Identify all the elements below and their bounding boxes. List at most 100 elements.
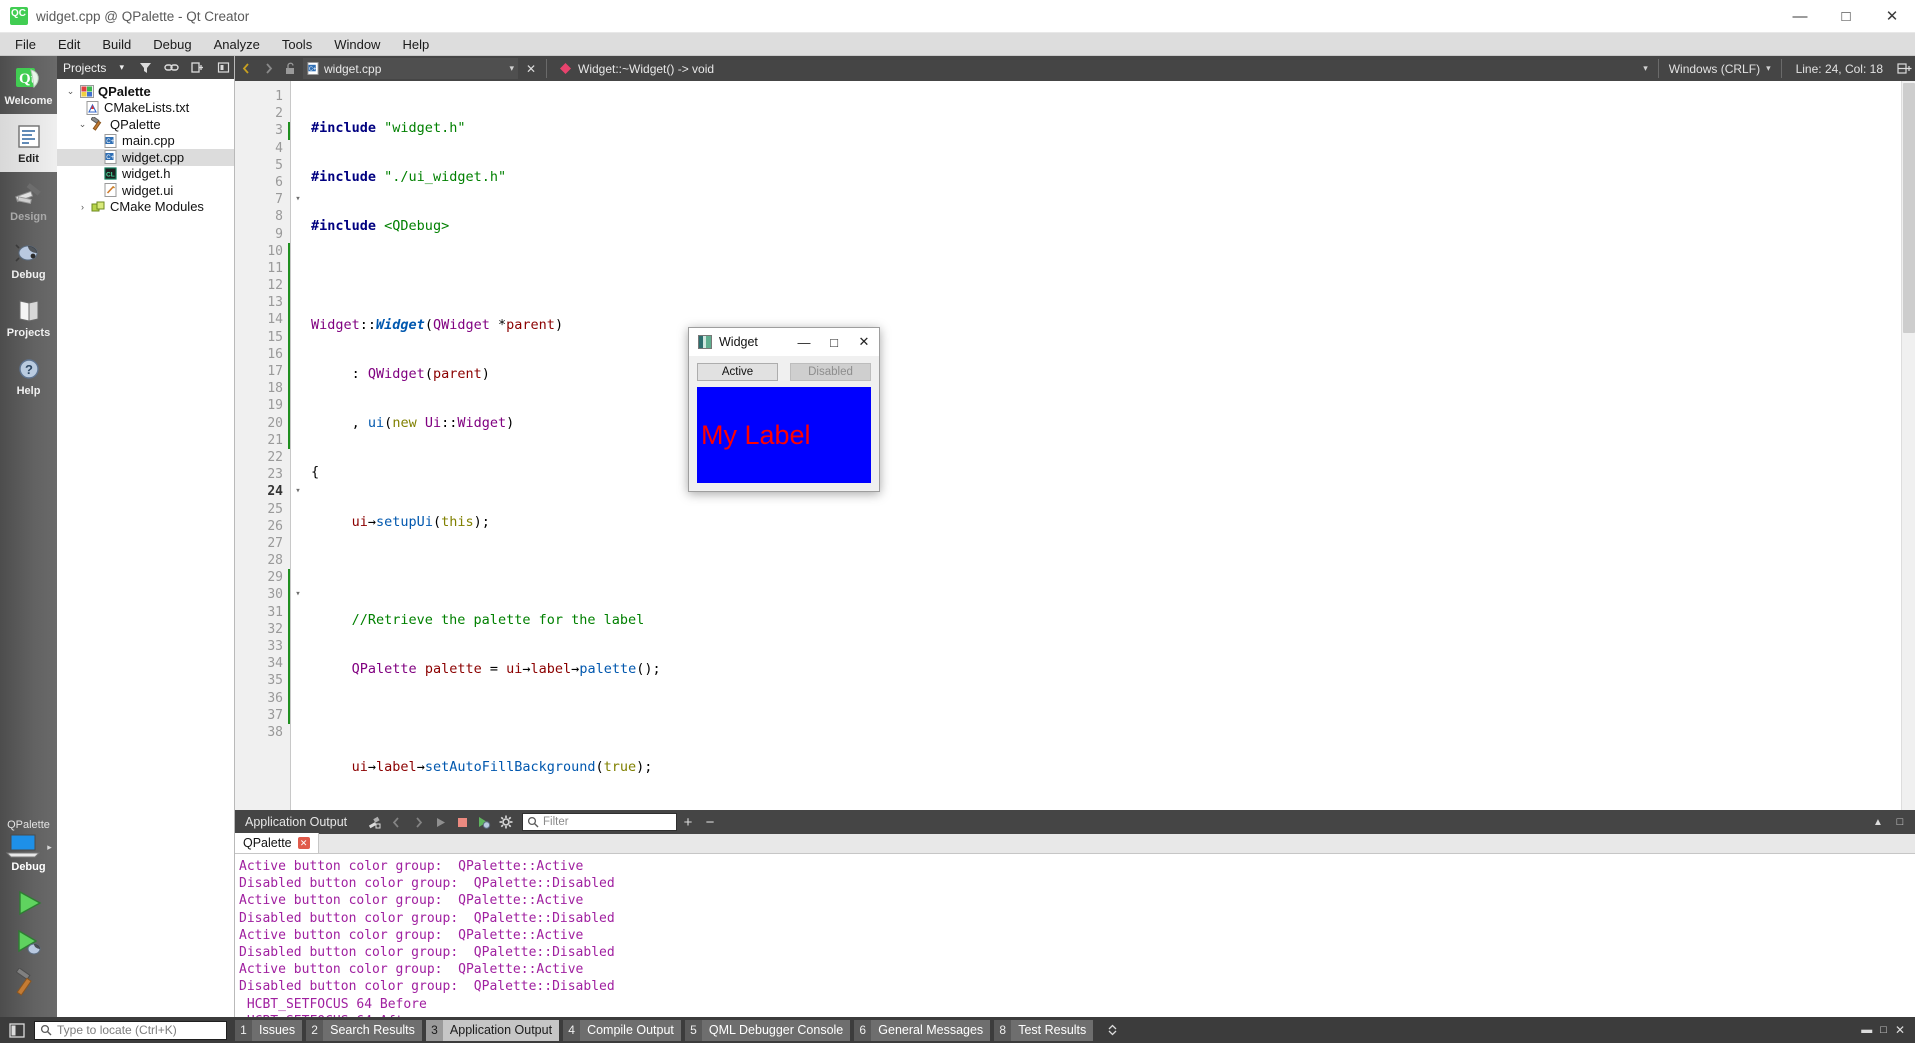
tree-item-widget-ui[interactable]: widget.ui: [57, 182, 234, 199]
back-arrow-icon[interactable]: [235, 56, 257, 81]
mode-debug[interactable]: Debug: [0, 230, 57, 288]
line-ending-selector[interactable]: Windows (CRLF): [1663, 62, 1766, 76]
line-number: 22: [267, 449, 283, 465]
status-tab-qml-debugger-console[interactable]: 5 QML Debugger Console: [684, 1019, 851, 1041]
split-icon[interactable]: [186, 57, 208, 79]
change-marker: [288, 363, 290, 381]
widget-minimize-button[interactable]: —: [789, 328, 819, 356]
next-item-icon[interactable]: [407, 810, 429, 834]
tree-item-cmakelists[interactable]: CMakeLists.txt: [57, 100, 234, 117]
window-close-button[interactable]: ✕: [1869, 0, 1915, 33]
clear-output-icon[interactable]: [363, 810, 385, 834]
menu-analyze[interactable]: Analyze: [203, 35, 271, 54]
link-icon[interactable]: [160, 57, 182, 79]
filter-icon[interactable]: [134, 57, 156, 79]
status-tab-issues[interactable]: 1 Issues: [235, 1019, 303, 1041]
output-log[interactable]: Active button color group: QPalette::Act…: [235, 854, 1915, 1017]
maximize-output-icon[interactable]: □: [1880, 1024, 1887, 1036]
widget-window-titlebar: Widget — □ ✕: [689, 328, 879, 356]
code-content[interactable]: #include "widget.h" #include "./ui_widge…: [291, 81, 1915, 810]
line-number: 29: [235, 569, 291, 587]
active-button[interactable]: Active: [697, 363, 778, 381]
change-marker: [288, 328, 290, 346]
settings-gear-icon[interactable]: [495, 810, 517, 834]
split-editor-icon[interactable]: [1893, 56, 1915, 81]
mode-help[interactable]: ? Help: [0, 346, 57, 404]
edit-document-icon: [14, 122, 44, 152]
editor-vertical-scrollbar[interactable]: [1901, 81, 1915, 810]
run-icon[interactable]: [429, 810, 451, 834]
status-tab-compile-output[interactable]: 4 Compile Output: [563, 1019, 681, 1041]
output-tab-strip: QPalette ✕: [235, 833, 1915, 854]
tree-item-qpalette-root[interactable]: ⌄ QPalette: [57, 83, 234, 100]
tree-item-main-cpp[interactable]: C+ main.cpp: [57, 133, 234, 150]
chevron-down-icon[interactable]: ▾: [509, 63, 514, 74]
output-filter-input[interactable]: Filter: [522, 813, 677, 831]
chevron-right-icon[interactable]: ›: [75, 202, 90, 212]
unlocked-icon[interactable]: [279, 56, 301, 81]
tree-item-widget-h[interactable]: CL widget.h: [57, 166, 234, 183]
forward-arrow-icon[interactable]: [257, 56, 279, 81]
menu-edit[interactable]: Edit: [47, 35, 91, 54]
close-pane-icon[interactable]: □: [1889, 810, 1911, 834]
mode-edit[interactable]: Edit: [0, 114, 57, 172]
status-tab-application-output[interactable]: 3 Application Output: [425, 1019, 560, 1041]
kit-selector[interactable]: ▸: [5, 833, 52, 861]
tab-label: Test Results: [1011, 1019, 1094, 1041]
line-number: 19: [235, 397, 291, 415]
tab-number: 3: [425, 1019, 443, 1041]
symbol-selector[interactable]: Widget::~Widget() -> void: [551, 58, 1643, 79]
menu-help[interactable]: Help: [391, 35, 440, 54]
collapse-icon[interactable]: [212, 57, 234, 79]
close-icon[interactable]: ✕: [520, 56, 542, 81]
open-file-selector[interactable]: C+ widget.cpp ▾: [303, 58, 518, 79]
tree-item-qpalette-target[interactable]: ⌄ QPalette: [57, 116, 234, 133]
widget-close-button[interactable]: ✕: [849, 328, 879, 356]
window-maximize-button[interactable]: □: [1823, 0, 1869, 33]
menu-window[interactable]: Window: [323, 35, 391, 54]
chevron-down-icon[interactable]: ⌄: [63, 86, 78, 97]
debug-button[interactable]: [9, 923, 49, 963]
widget-window-title: Widget: [719, 335, 758, 349]
add-filter-button[interactable]: +: [677, 810, 699, 834]
running-widget-window[interactable]: Widget — □ ✕ Active Disabled My Label: [688, 327, 880, 492]
mode-design[interactable]: Design: [0, 172, 57, 230]
remove-filter-button[interactable]: −: [699, 810, 721, 834]
mode-projects[interactable]: Projects: [0, 288, 57, 346]
rerun-debug-icon[interactable]: [473, 810, 495, 834]
widget-maximize-button[interactable]: □: [819, 328, 849, 356]
more-panes-icon[interactable]: [1099, 1019, 1125, 1041]
minimize-output-icon[interactable]: ▬: [1861, 1024, 1872, 1036]
chevron-down-icon[interactable]: ⌄: [75, 119, 90, 130]
status-tab-search-results[interactable]: 2 Search Results: [306, 1019, 422, 1041]
code-editor[interactable]: 1 2 3 4 5 6 7 ▾ 8 9 10 11 12 13 14 15 16 17 18 19 20 21 22 23 24…: [235, 81, 1915, 810]
tree-item-cmake-modules[interactable]: › CMake Modules: [57, 199, 234, 216]
build-button[interactable]: [9, 963, 49, 1003]
prev-item-icon[interactable]: [385, 810, 407, 834]
status-tab-test-results[interactable]: 8 Test Results: [994, 1019, 1094, 1041]
dock-view-selector[interactable]: Projects ▾: [63, 61, 130, 75]
run-button[interactable]: [9, 883, 49, 923]
close-output-icon[interactable]: ✕: [1895, 1023, 1905, 1037]
chevron-down-icon[interactable]: ▾: [1766, 63, 1777, 74]
locator-input[interactable]: Type to locate (Ctrl+K): [34, 1020, 227, 1040]
output-tab-qpalette[interactable]: QPalette ✕: [235, 833, 319, 853]
close-tab-icon[interactable]: ✕: [297, 837, 310, 849]
menu-tools[interactable]: Tools: [271, 35, 323, 54]
status-tab-general-messages[interactable]: 6 General Messages: [854, 1019, 991, 1041]
maximize-pane-icon[interactable]: ▲: [1867, 810, 1889, 834]
tab-label: Search Results: [323, 1019, 422, 1041]
window-minimize-button[interactable]: —: [1777, 0, 1823, 33]
menu-file[interactable]: File: [4, 35, 47, 54]
tree-item-widget-cpp[interactable]: C+ widget.cpp: [57, 149, 234, 166]
editor-area: C+ widget.cpp ▾ ✕ Widget::~Widget() -> v…: [235, 56, 1915, 1017]
output-log-line: Active button color group: QPalette::Act…: [239, 927, 584, 943]
menu-debug[interactable]: Debug: [142, 35, 202, 54]
stop-icon[interactable]: [451, 810, 473, 834]
mode-welcome[interactable]: Qt Welcome: [0, 56, 57, 114]
toggle-sidebar-icon[interactable]: [4, 1019, 30, 1041]
chevron-down-icon[interactable]: ▾: [1643, 63, 1654, 74]
menu-build[interactable]: Build: [91, 35, 142, 54]
change-marker: [288, 706, 290, 724]
change-marker: [288, 242, 290, 260]
